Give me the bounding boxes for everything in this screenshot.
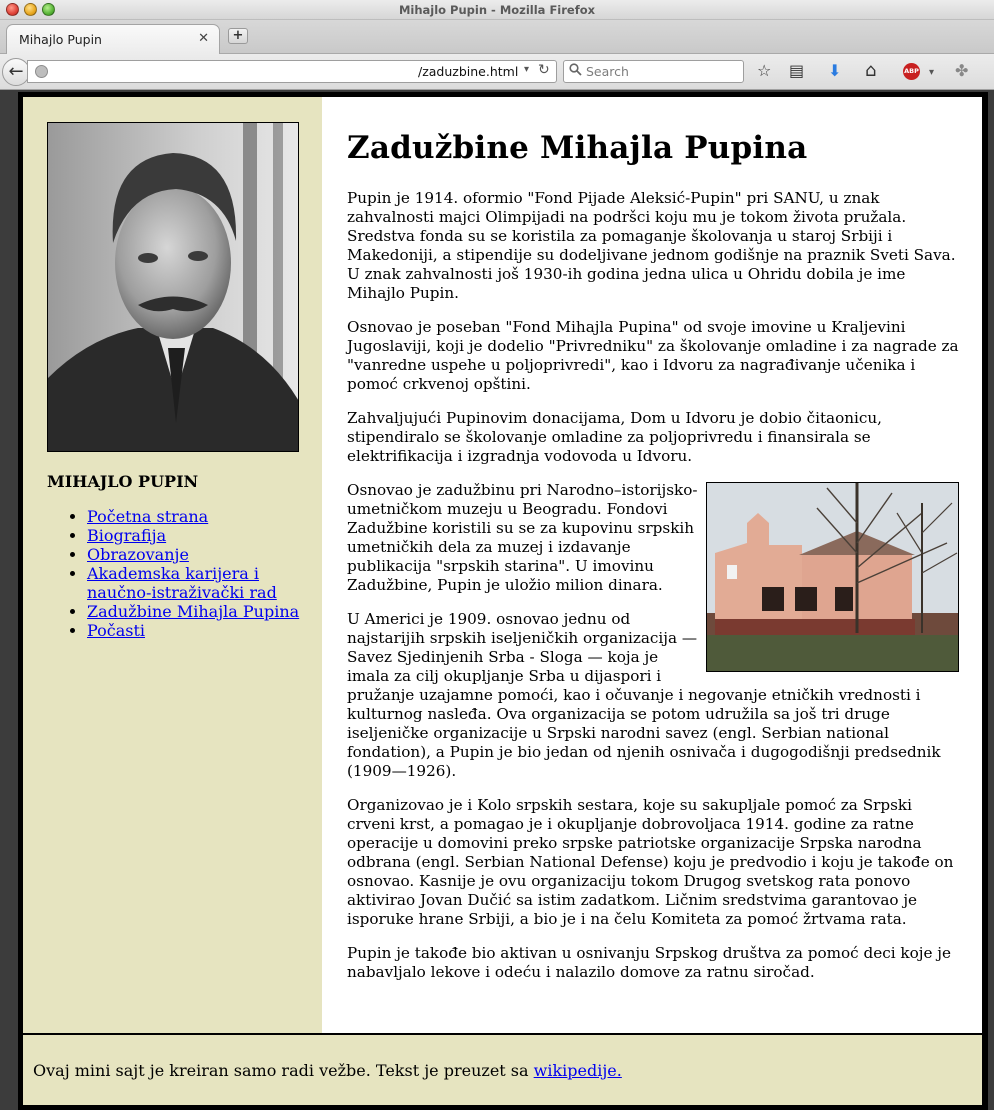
search-input[interactable]: Search: [563, 60, 744, 83]
page-title: Zadužbine Mihajla Pupina: [347, 130, 808, 166]
nav-item-pocetna: Početna strana: [87, 507, 317, 526]
sidebar-nav: Početna strana Biografija Obrazovanje Ak…: [87, 507, 317, 640]
house-photo: [706, 482, 959, 672]
window-title: Mihajlo Pupin - Mozilla Firefox: [398, 3, 596, 17]
sidebar: MIHAJLO PUPIN Početna strana Biografija …: [23, 97, 322, 1033]
search-icon[interactable]: [569, 63, 582, 80]
url-text[interactable]: /zaduzbine.html: [418, 64, 518, 79]
bookmark-star-icon[interactable]: ☆: [757, 62, 771, 80]
new-tab-button[interactable]: +: [228, 28, 248, 44]
extension-icon[interactable]: ✤: [955, 62, 968, 80]
nav-link-biografija[interactable]: Biografija: [87, 526, 166, 545]
wikipedia-link[interactable]: wikipedije.: [534, 1061, 622, 1080]
reload-icon[interactable]: ↻: [538, 62, 550, 78]
nav-link-obrazovanje[interactable]: Obrazovanje: [87, 545, 189, 564]
back-button[interactable]: ←: [2, 58, 30, 86]
home-icon[interactable]: ⌂: [865, 62, 876, 80]
sidebar-heading: MIHAJLO PUPIN: [47, 472, 199, 491]
main-content: Zadužbine Mihajla Pupina Pupin je 1914. …: [322, 97, 982, 1033]
nav-item-biografija: Biografija: [87, 526, 317, 545]
portrait-image: [47, 122, 299, 452]
paragraph: Organizovao je i Kolo srpskih sestara, k…: [347, 796, 954, 928]
article-body: Pupin je 1914. oformio "Fond Pijade Alek…: [347, 189, 959, 997]
reading-list-icon[interactable]: ▤: [789, 62, 804, 80]
paragraph: Osnovao je poseban "Fond Mihajla Pupina"…: [347, 318, 959, 393]
site-identity-icon[interactable]: [35, 65, 48, 78]
url-bar[interactable]: /zaduzbine.html ▾ ↻: [27, 60, 557, 83]
nav-link-pocetna-strana[interactable]: Početna strana: [87, 507, 208, 526]
nav-item-obrazovanje: Obrazovanje: [87, 545, 317, 564]
tab-strip: Mihajlo Pupin ✕ +: [0, 20, 994, 54]
nav-item-zaduzbine: Zadužbine Mihajla Pupina: [87, 602, 317, 621]
adblock-dropdown-icon[interactable]: ▾: [929, 64, 934, 82]
download-icon[interactable]: ⬇: [828, 62, 841, 80]
tab-title: Mihajlo Pupin: [19, 32, 102, 47]
paragraph: Zahvaljujući Pupinovim donacijama, Dom u…: [347, 409, 882, 465]
footer-note: Ovaj mini sajt je kreiran samo radi vežb…: [33, 1061, 534, 1080]
web-page: MIHAJLO PUPIN Početna strana Biografija …: [18, 92, 988, 1110]
url-dropdown-icon[interactable]: ▾: [524, 64, 529, 75]
nav-link-akademska-karijera[interactable]: Akademska karijera i naučno-istraživački…: [87, 564, 277, 602]
footer-text: Ovaj mini sajt je kreiran samo radi vežb…: [33, 1061, 622, 1080]
nav-item-pocasti: Počasti: [87, 621, 317, 640]
window-titlebar: Mihajlo Pupin - Mozilla Firefox: [0, 0, 994, 20]
adblock-icon[interactable]: ABP: [903, 63, 920, 80]
nav-item-akademska: Akademska karijera i naučno-istraživački…: [87, 564, 317, 602]
paragraph: Pupin je takođe bio aktivan u osnivanju …: [347, 944, 951, 981]
tab-mihajlo-pupin[interactable]: Mihajlo Pupin ✕: [6, 24, 220, 54]
footer: Ovaj mini sajt je kreiran samo radi vežb…: [23, 1035, 982, 1105]
search-placeholder: Search: [586, 64, 629, 79]
nav-link-zaduzbine[interactable]: Zadužbine Mihajla Pupina: [87, 602, 299, 621]
nav-link-pocasti[interactable]: Počasti: [87, 621, 145, 640]
paragraph: Pupin je 1914. oformio "Fond Pijade Alek…: [347, 189, 956, 302]
tab-close-icon[interactable]: ✕: [198, 31, 209, 46]
